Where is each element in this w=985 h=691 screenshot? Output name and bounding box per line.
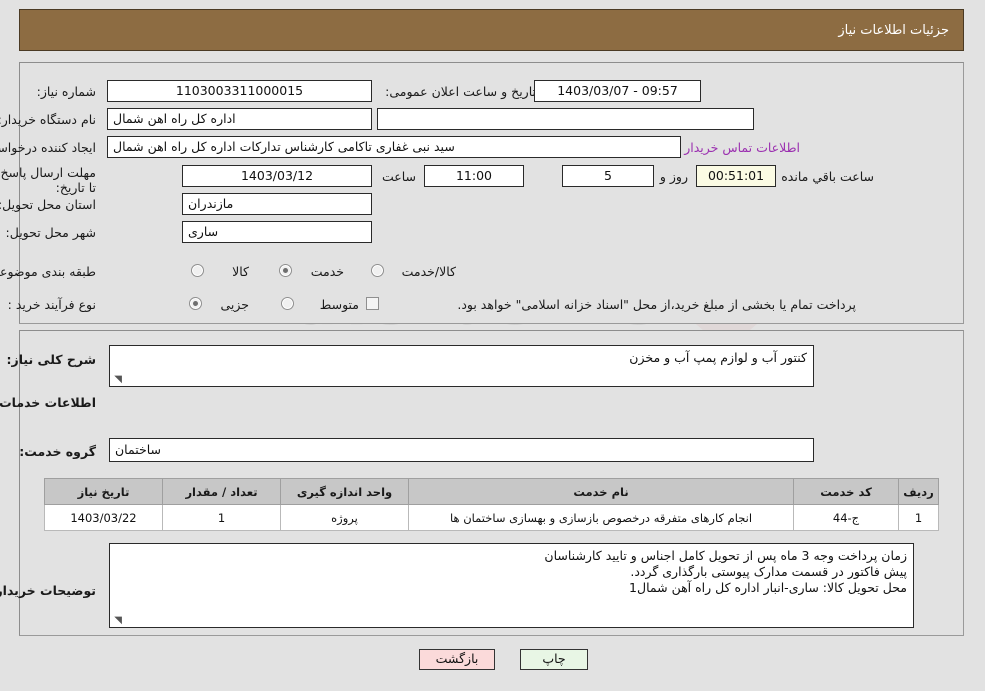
cell-code: ج-44 [794, 504, 900, 531]
buyer-notes-line-2: پیش فاکتور در قسمت مدارک پیوستی بارگذاری… [631, 564, 908, 579]
category-radio-khedmat[interactable] [280, 264, 293, 277]
cell-unit: پروژه [281, 504, 410, 531]
service-group-field[interactable]: ساختمان [110, 438, 815, 462]
services-info-title: اطلاعات خدمات مورد نیاز [0, 395, 97, 410]
buyer-org-field[interactable]: اداره کل راه اهن شمال [108, 108, 373, 130]
need-number-label: شماره نیاز: [37, 84, 97, 99]
process-option-jozei-label: جزیی [221, 297, 250, 312]
requester-field[interactable]: سید نبی غفاری تاکامی کارشناس تدارکات ادا… [108, 136, 682, 158]
buyer-org-extra-field[interactable] [378, 108, 755, 130]
category-radio-kala-khedmat[interactable] [372, 264, 385, 277]
hour-word-label: ساعت [382, 169, 417, 184]
th-code: کد خدمت [794, 478, 900, 505]
general-desc-textarea[interactable]: کنتور آب و لوازم پمپ آب و مخزن ◥ [110, 345, 815, 387]
category-label: طبقه بندی موضوعی: [0, 264, 97, 279]
need-number-field[interactable]: 1103003311000015 [108, 80, 373, 102]
deadline-label: مهلت ارسال پاسخ: تا تاریخ: [0, 165, 97, 195]
process-radio-jozei[interactable] [190, 297, 203, 310]
th-qty: تعداد / مقدار [163, 478, 282, 505]
resize-grip-icon[interactable]: ◥ [113, 375, 123, 385]
category-option-kala-khedmat-label: کالا/خدمت [402, 264, 457, 279]
days-word-label: روز و [660, 169, 689, 184]
general-desc-label: شرح کلی نیاز: [7, 352, 97, 367]
deadline-time-field[interactable]: 11:00 [425, 165, 525, 187]
print-button[interactable]: چاپ [521, 649, 589, 670]
cell-date: 1403/03/22 [45, 504, 164, 531]
service-group-label: گروه خدمت: [20, 444, 97, 459]
table-row: 1 ج-44 انجام کارهای متفرقه درخصوص بازساز… [45, 504, 940, 531]
buyer-org-label: نام دستگاه خریدار: [0, 112, 97, 127]
process-radio-motavaset[interactable] [282, 297, 295, 310]
page-header: جزئیات اطلاعات نیاز [20, 9, 965, 51]
th-name: نام خدمت [409, 478, 795, 505]
hours-remaining-field: 00:51:01 [697, 165, 777, 187]
treasury-documents-checkbox[interactable] [367, 297, 380, 310]
city-field[interactable]: ساری [183, 221, 373, 243]
province-field[interactable]: مازندران [183, 193, 373, 215]
category-option-khedmat-label: خدمت [311, 264, 345, 279]
announce-datetime-label: تاریخ و ساعت اعلان عمومی: [386, 84, 537, 99]
buyer-contact-link[interactable]: اطلاعات تماس خریدار [685, 140, 801, 155]
general-desc-text: کنتور آب و لوازم پمپ آب و مخزن [630, 350, 808, 365]
city-label: شهر محل تحویل: [6, 225, 97, 240]
th-row: ردیف [899, 478, 940, 505]
cell-qty: 1 [163, 504, 282, 531]
province-label: استان محل تحویل: [0, 197, 97, 212]
days-remaining-field[interactable]: 5 [563, 165, 655, 187]
buyer-notes-textarea[interactable]: زمان پرداخت وجه 3 ماه پس از تحویل کامل ا… [110, 543, 915, 628]
cell-name: انجام کارهای متفرقه درخصوص بازسازی و بهس… [409, 504, 795, 531]
services-table: ردیف کد خدمت نام خدمت واحد اندازه گیری ت… [45, 478, 940, 531]
announce-datetime-field[interactable]: 09:57 - 1403/03/07 [535, 80, 702, 102]
deadline-date-field[interactable]: 1403/03/12 [183, 165, 373, 187]
buyer-notes-label: توضیحات خریدار: [0, 583, 97, 598]
process-option-motavaset-label: متوسط [320, 297, 360, 312]
buyer-notes-line-3: محل تحویل کالا: ساری-انبار اداره کل راه … [630, 580, 908, 595]
category-option-kala-label: کالا [233, 264, 250, 279]
back-button[interactable]: بازگشت [420, 649, 496, 670]
page-title: جزئیات اطلاعات نیاز [839, 22, 950, 38]
treasury-documents-label: پرداخت تمام یا بخشی از مبلغ خرید،از محل … [458, 297, 857, 312]
requester-label: ایجاد کننده درخواست: [0, 140, 97, 155]
page-root: جزئیات اطلاعات نیاز AnaTender.net شماره … [0, 0, 985, 691]
table-header-row: ردیف کد خدمت نام خدمت واحد اندازه گیری ت… [45, 478, 940, 505]
cell-row: 1 [899, 504, 940, 531]
resize-grip-icon[interactable]: ◥ [113, 616, 123, 626]
th-date: تاریخ نیاز [45, 478, 164, 505]
remaining-suffix-label: ساعت باقي مانده [782, 169, 875, 184]
process-label: نوع فرآیند خرید : [8, 297, 97, 312]
th-unit: واحد اندازه گیری [281, 478, 410, 505]
buyer-notes-line-1: زمان پرداخت وجه 3 ماه پس از تحویل کامل ا… [545, 548, 908, 563]
category-radio-kala[interactable] [192, 264, 205, 277]
